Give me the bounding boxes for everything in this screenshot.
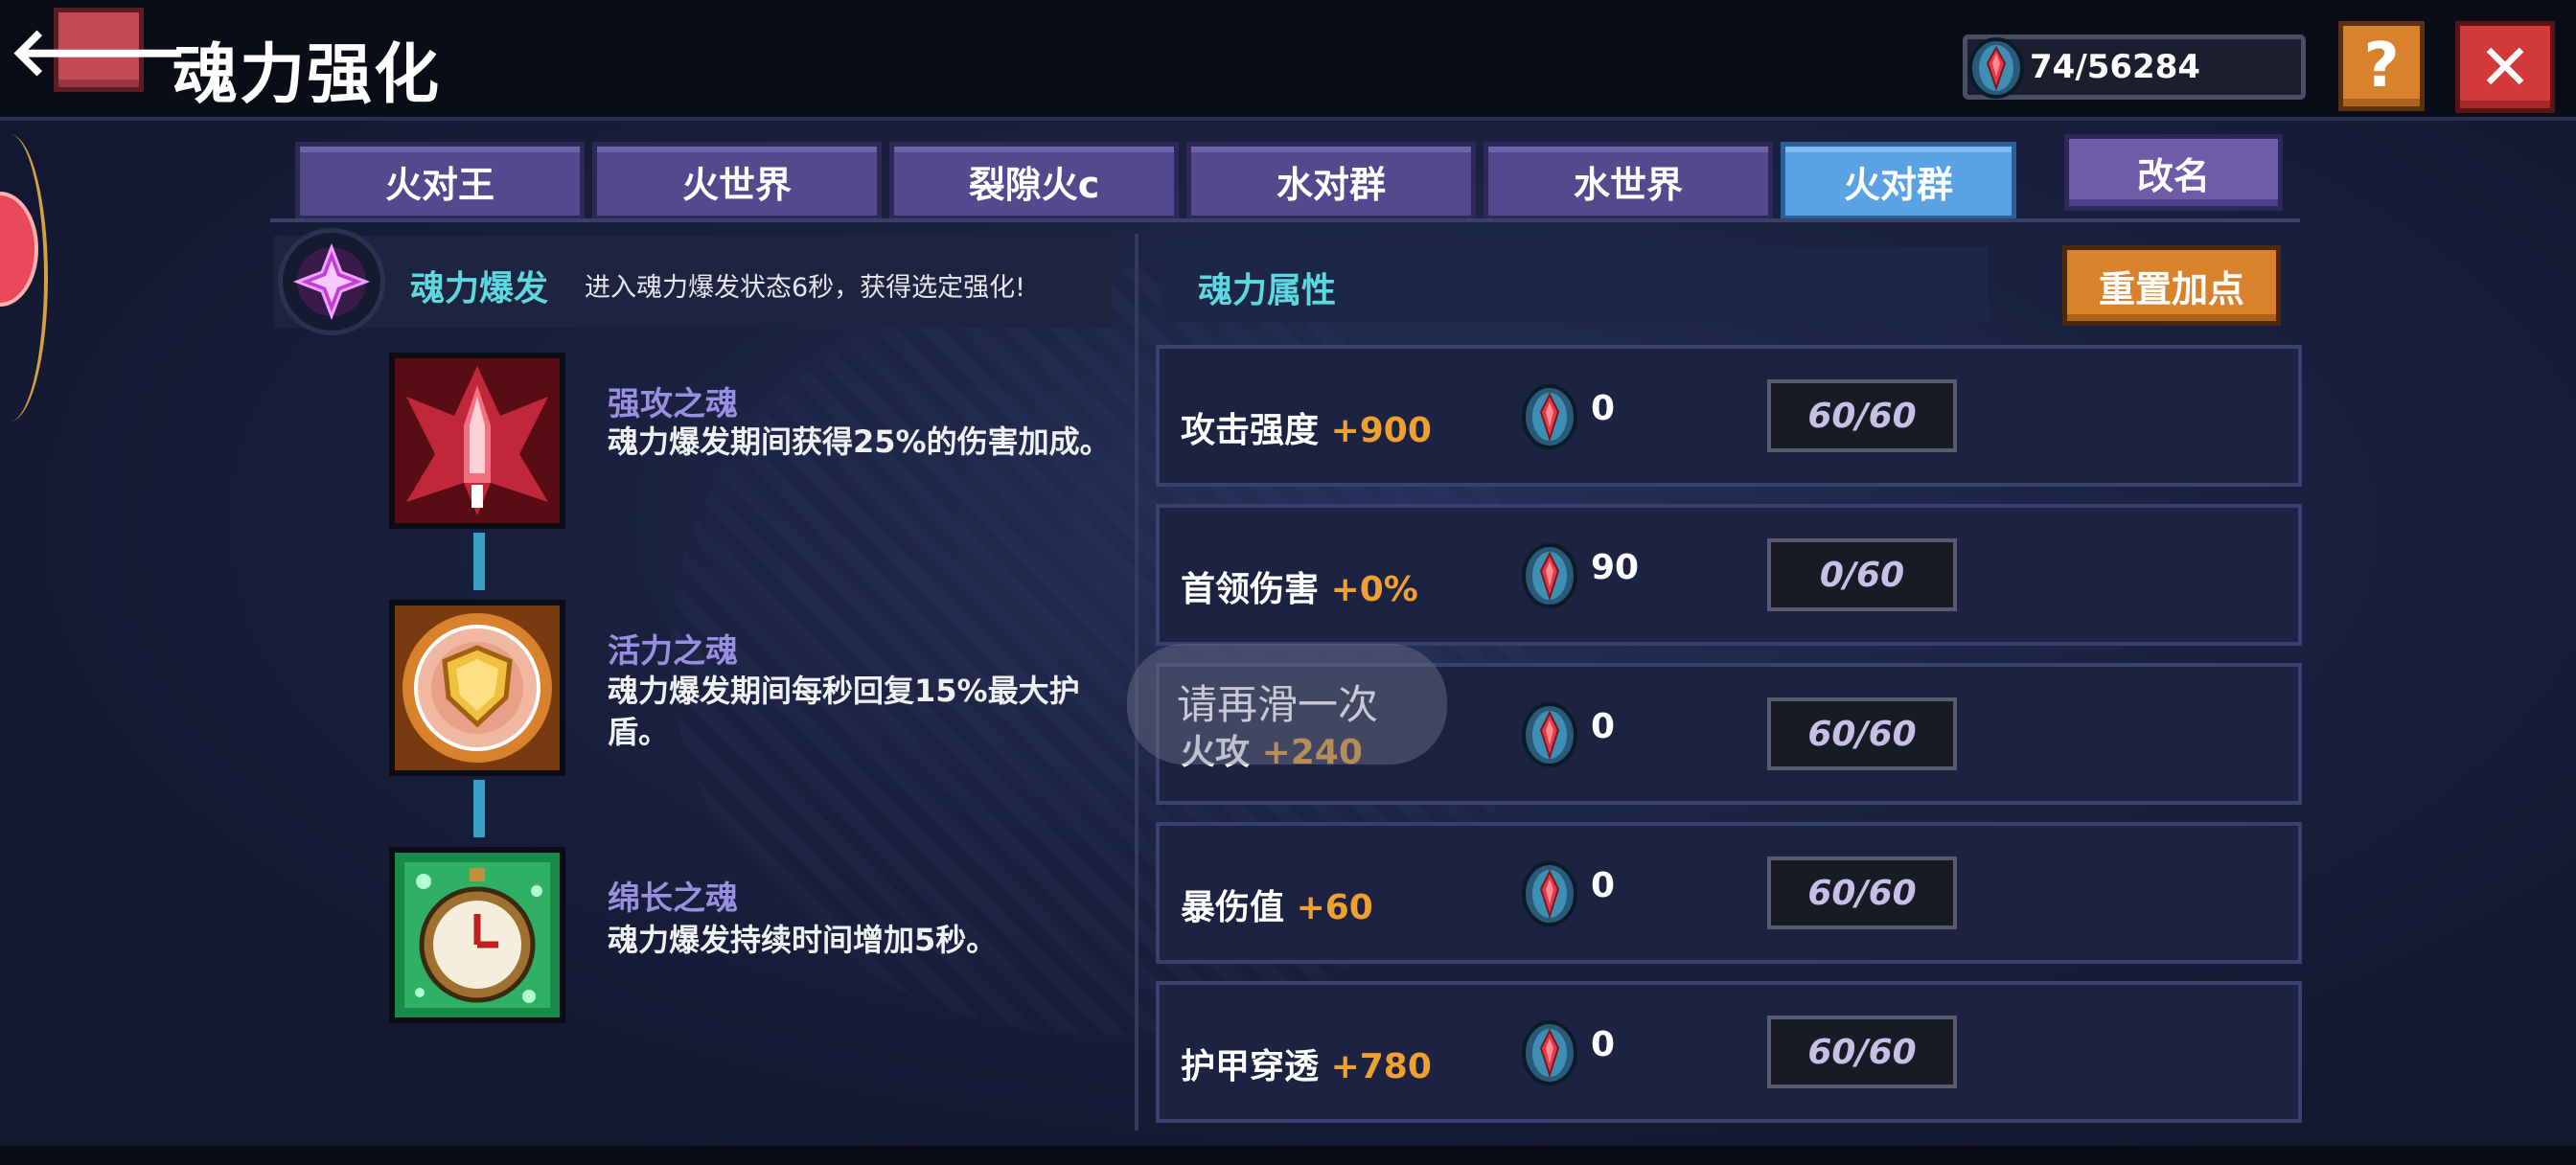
attribute-level: 60/60 — [1767, 857, 1957, 929]
attribute-bonus: +900 — [1330, 411, 1432, 450]
attribute-cost: 90 — [1591, 548, 1640, 587]
attribute-bonus: +780 — [1330, 1047, 1432, 1086]
soul-gem-icon — [1522, 384, 1577, 449]
attribute-level: 0/60 — [1767, 538, 1957, 611]
soul-gem-icon — [1522, 861, 1577, 926]
tab-build-2[interactable]: 火世界 — [592, 142, 882, 220]
tab-build-4[interactable]: 水对群 — [1186, 142, 1476, 220]
skill-description: 魂力爆发期间每秒回复15%最大护盾。 — [608, 673, 1080, 751]
attribute-label: 暴伤值 — [1181, 888, 1285, 927]
skill-description: 魂力爆发持续时间增加5秒。 — [608, 922, 998, 958]
bottom-bar — [0, 1146, 2576, 1165]
soul-burst-icon — [278, 228, 385, 335]
attribute-label: 首领伤害 — [1181, 570, 1320, 609]
question-mark-icon: ? — [2363, 31, 2400, 102]
attribute-cost: 0 — [1591, 389, 1616, 428]
soul-gem-icon — [1968, 37, 2024, 99]
tab-build-3[interactable]: 裂隙火c — [889, 142, 1179, 220]
stopwatch-icon[interactable] — [389, 847, 565, 1023]
attribute-level: 60/60 — [1767, 379, 1957, 452]
build-tabs: 火对王 火世界 裂隙火c 水对群 水世界 火对群 — [295, 142, 2016, 220]
soul-gem-icon — [1522, 702, 1577, 767]
burst-title: 魂力爆发 — [410, 269, 549, 308]
attribute-row[interactable]: 首领伤害 +0% 90 0/60 — [1156, 504, 2302, 646]
tab-build-1[interactable]: 火对王 — [295, 142, 585, 220]
attribute-row[interactable]: 攻击强度 +900 0 60/60 — [1156, 345, 2302, 487]
burst-description: 进入魂力爆发状态6秒，获得选定强化! — [585, 273, 1026, 303]
skill-description: 魂力爆发期间获得25%的伤害加成。 — [608, 423, 1111, 460]
close-button[interactable]: ✕ — [2455, 21, 2555, 113]
swipe-toast-text: 请再滑一次 — [1177, 681, 1379, 728]
soul-gem-icon — [1522, 1020, 1577, 1085]
skill-connector — [473, 533, 485, 590]
currency-amount: 74/56284 — [2030, 48, 2201, 86]
back-arrow-icon: 🡐 — [9, 11, 189, 91]
attribute-bonus: +0% — [1330, 570, 1418, 609]
attribute-row[interactable]: 暴伤值 +60 0 60/60 — [1156, 822, 2302, 964]
attribute-cost: 0 — [1591, 1025, 1616, 1064]
attribute-cost: 0 — [1591, 866, 1616, 905]
skill-connector — [473, 780, 485, 837]
skill-name: 活力之魂 — [608, 632, 738, 671]
shield-icon[interactable] — [389, 600, 565, 776]
tab-underline — [270, 218, 2300, 222]
rename-button[interactable]: 改名 — [2064, 134, 2283, 211]
attribute-bonus: +60 — [1296, 888, 1373, 927]
tab-build-5[interactable]: 水世界 — [1484, 142, 1773, 220]
skill-name: 绵长之魂 — [608, 879, 738, 918]
attribute-row[interactable]: 护甲穿透 +780 0 60/60 — [1156, 981, 2302, 1123]
attribute-level: 60/60 — [1767, 1016, 1957, 1088]
tab-build-6-active[interactable]: 火对群 — [1781, 142, 2016, 220]
attribute-label: 攻击强度 — [1181, 411, 1320, 450]
close-icon: ✕ — [2478, 30, 2532, 104]
attribute-level: 60/60 — [1767, 697, 1957, 770]
page-title: 魂力强化 — [172, 37, 442, 113]
soul-gem-icon — [1522, 543, 1577, 608]
attribute-label: 护甲穿透 — [1181, 1047, 1320, 1086]
attribute-cost: 0 — [1591, 707, 1616, 746]
skill-name: 强攻之魂 — [608, 385, 738, 423]
attributes-title: 魂力属性 — [1198, 271, 1337, 310]
reset-points-button[interactable]: 重置加点 — [2062, 245, 2281, 326]
back-button[interactable]: 🡐 — [9, 8, 189, 92]
help-button[interactable]: ? — [2338, 21, 2425, 111]
red-ship-icon[interactable] — [389, 353, 565, 529]
